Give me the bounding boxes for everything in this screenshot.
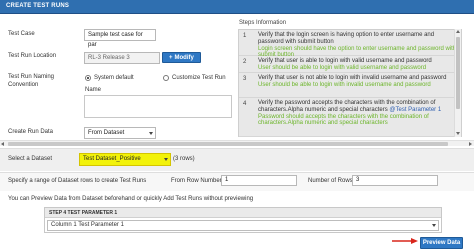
horizontal-scrollbar[interactable] (0, 140, 474, 146)
name-input[interactable] (84, 95, 232, 118)
step-description: Verify that the login screen is having o… (258, 32, 435, 45)
test-run-location-value: RL-3 Release 3 (88, 55, 130, 61)
dataset-section (0, 148, 474, 171)
test-case-select[interactable]: Sample test case for par (84, 29, 156, 48)
step-text: Verify the password accepts the characte… (258, 100, 460, 127)
step-text: Verify that user is able to login with v… (258, 58, 460, 72)
dataset-rows-count: (3 rows) (173, 156, 195, 162)
number-of-rows-input[interactable]: 3 (352, 175, 438, 186)
preview-hint: You can Preview Data from Dataset before… (8, 196, 254, 202)
step-row: 1 Verify that the login screen is having… (239, 30, 461, 58)
step-text: Verify that user is not able to login wi… (258, 75, 460, 89)
radio-customize-test-run[interactable] (163, 75, 169, 81)
step-expected-result: User should be able to login with valid … (258, 64, 427, 71)
naming-convention-label-line1: Test Run Naming (8, 74, 55, 80)
chevron-down-icon (432, 224, 436, 227)
scroll-thumb[interactable] (456, 37, 460, 109)
radio-system-default-label: System default (94, 75, 134, 81)
red-arrow-icon (392, 238, 418, 244)
naming-convention-label-line2: Convention (8, 82, 39, 88)
preview-grid: STEP 4 TEST PARAMETER 1 Column 1 Test Pa… (44, 207, 442, 233)
step-description: Verify that user is able to login with v… (258, 58, 432, 64)
step-number: 3 (243, 76, 247, 82)
from-row-number-label: From Row Number (171, 178, 222, 184)
test-parameter-link[interactable]: @Test Parameter 1 (389, 107, 441, 113)
from-row-number-value: 1 (225, 177, 229, 183)
chevron-down-icon (149, 132, 153, 135)
step-number: 2 (243, 59, 247, 65)
scroll-right-arrow-icon[interactable] (469, 142, 472, 146)
radio-customize-test-run-label: Customize Test Run (172, 75, 226, 81)
step-description: Verify that user is not able to login wi… (258, 75, 447, 81)
step-number: 1 (243, 33, 247, 39)
steps-information-panel: 1 Verify that the login screen is having… (238, 29, 462, 137)
step-number: 4 (243, 101, 247, 107)
step-row: 2 Verify that user is able to login with… (239, 56, 461, 73)
grid-column-header: STEP 4 TEST PARAMETER 1 (45, 208, 441, 218)
step-expected-result: Password should accepts the characters w… (258, 113, 429, 127)
steps-scrollbar[interactable] (454, 29, 461, 137)
create-run-data-select[interactable]: From Dataset (84, 127, 156, 139)
test-run-location-field: RL-3 Release 3 (84, 52, 160, 64)
scroll-left-arrow-icon[interactable] (1, 142, 4, 146)
scroll-up-arrow-icon[interactable] (456, 30, 460, 33)
create-run-data-label: Create Run Data (8, 129, 54, 135)
grid-column-select[interactable]: Column 1 Test Parameter 1 (47, 220, 439, 231)
create-run-data-value: From Dataset (88, 130, 125, 136)
test-run-location-label: Test Run Location (8, 53, 57, 59)
window-title-bar: CREATE TEST RUNS (0, 0, 474, 14)
steps-information-heading: Steps Information (239, 20, 287, 26)
horizontal-scroll-thumb[interactable] (8, 142, 448, 146)
name-label: Name (85, 87, 102, 93)
chevron-down-icon (164, 158, 168, 161)
test-case-label: Test Case (8, 31, 35, 37)
grid-column-value: Column 1 Test Parameter 1 (51, 222, 124, 228)
step-row: 3 Verify that user is not able to login … (239, 73, 461, 98)
dataset-select[interactable]: Test Dataset_Positive (79, 153, 171, 166)
plus-icon: + (169, 55, 173, 61)
step-row: 4 Verify the password accepts the charac… (239, 98, 461, 137)
number-of-rows-value: 3 (356, 177, 360, 183)
step-expected-result: User should be able to login with invali… (258, 81, 431, 88)
modify-button-label: Modify (174, 55, 194, 61)
radio-system-default[interactable] (85, 75, 91, 81)
preview-data-button[interactable]: Preview Data (420, 237, 463, 249)
number-of-rows-label: Number of Rows (308, 178, 353, 184)
range-prompt: Specify a range of Dataset rows to creat… (8, 178, 147, 184)
dataset-select-value: Test Dataset_Positive (83, 156, 141, 162)
modify-button[interactable]: + Modify (162, 52, 201, 63)
from-row-number-input[interactable]: 1 (221, 175, 297, 186)
window-title: CREATE TEST RUNS (6, 3, 70, 9)
select-dataset-label: Select a Dataset (8, 156, 53, 162)
test-case-value: Sample test case for par (88, 32, 143, 48)
scroll-down-arrow-icon[interactable] (456, 132, 460, 135)
